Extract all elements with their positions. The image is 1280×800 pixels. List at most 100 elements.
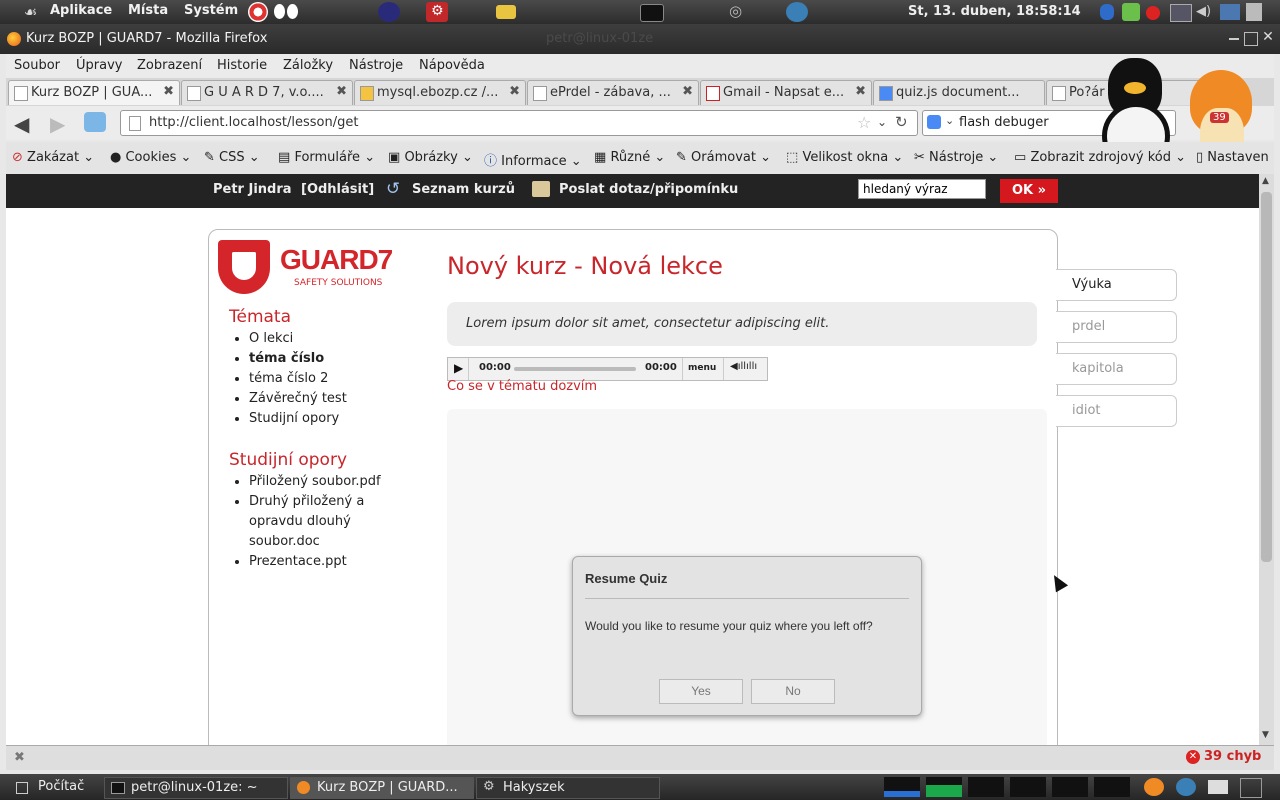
play-button[interactable]: ▶ bbox=[454, 361, 463, 375]
css-menu[interactable]: ✎ CSS ⌄ bbox=[204, 150, 260, 165]
material-link[interactable]: Prezentace.ppt bbox=[249, 552, 409, 572]
side-tab-idiot[interactable]: idiot bbox=[1056, 395, 1177, 427]
site-search-button[interactable]: OK » bbox=[1000, 179, 1058, 203]
forms-menu[interactable]: ▤ Formuláře ⌄ bbox=[278, 150, 375, 165]
cookies-menu[interactable]: ● Cookies ⌄ bbox=[110, 150, 191, 165]
menu-tools[interactable]: Nástroje bbox=[349, 58, 403, 73]
no-entry-icon[interactable] bbox=[1146, 6, 1160, 20]
tab-guard7[interactable]: G U A R D 7, v.o.... ✖ bbox=[181, 80, 353, 105]
network-monitor-icon[interactable] bbox=[1220, 4, 1240, 20]
gnome-foot-icon[interactable]: ☙ bbox=[24, 3, 37, 21]
outline-menu[interactable]: ✎ Orámovat ⌄ bbox=[676, 150, 771, 165]
camera-icon[interactable]: ◎ bbox=[726, 2, 748, 22]
side-tab-kapitola[interactable]: kapitola bbox=[1056, 353, 1177, 385]
volume-icon[interactable]: ◀) bbox=[1196, 4, 1211, 19]
display-icon[interactable] bbox=[1170, 4, 1192, 22]
close-tab-icon[interactable]: ✖ bbox=[682, 84, 693, 99]
launcher-firefox-icon[interactable] bbox=[1144, 778, 1164, 796]
url-text[interactable]: http://client.localhost/lesson/get bbox=[149, 115, 358, 130]
greasemonkey-icon[interactable] bbox=[84, 112, 106, 132]
eclipse-icon[interactable] bbox=[378, 2, 400, 22]
launcher-window-icon[interactable] bbox=[1240, 778, 1262, 798]
dialog-no-button[interactable]: No bbox=[751, 679, 835, 704]
tab-gmail[interactable]: Gmail - Napsat e... ✖ bbox=[700, 80, 872, 105]
bookmark-star-icon[interactable]: ☆ bbox=[857, 113, 871, 132]
menu-places[interactable]: Místa bbox=[128, 3, 168, 18]
taskbar-show-desktop[interactable]: Počítač bbox=[6, 777, 96, 797]
courses-link[interactable]: Seznam kurzů bbox=[412, 182, 515, 197]
scroll-thumb[interactable] bbox=[1261, 192, 1272, 562]
taskbar-hakyszek[interactable]: ⚙ Hakyszek bbox=[476, 777, 660, 799]
close-tab-icon[interactable]: ✖ bbox=[509, 84, 520, 99]
tab-quizjs[interactable]: quiz.js document... bbox=[873, 80, 1045, 105]
close-tab-icon[interactable]: ✖ bbox=[336, 84, 347, 99]
back-button[interactable]: ◀ bbox=[14, 112, 29, 136]
menu-history[interactable]: Historie bbox=[217, 58, 267, 73]
material-link[interactable]: Druhý přiložený a opravdu dlouhý soubor.… bbox=[249, 492, 409, 552]
terminal-icon[interactable] bbox=[640, 4, 664, 22]
search-text[interactable]: flash debuger bbox=[959, 115, 1049, 130]
forward-button[interactable]: ▶ bbox=[50, 112, 65, 136]
reload-icon[interactable]: ↻ bbox=[895, 113, 908, 131]
help-lifebuoy-icon[interactable] bbox=[248, 2, 268, 22]
google-icon[interactable] bbox=[927, 115, 941, 129]
options-menu[interactable]: ▯ Nastaven bbox=[1196, 150, 1269, 165]
taskbar-terminal[interactable]: petr@linux-01ze: ~ bbox=[104, 777, 288, 799]
guard7-logo[interactable]: GUARD7 SAFETY SOLUTIONS bbox=[218, 240, 413, 294]
scroll-down-icon[interactable]: ▼ bbox=[1262, 730, 1269, 740]
topic-item-current[interactable]: téma číslo bbox=[249, 349, 347, 369]
menu-system[interactable]: Systém bbox=[184, 3, 238, 18]
launcher-mail-icon[interactable] bbox=[1208, 780, 1228, 794]
tab-eprdel[interactable]: ePrdel - zábava, ... ✖ bbox=[527, 80, 699, 105]
topic-item[interactable]: O lekci bbox=[249, 329, 347, 349]
menu-view[interactable]: Zobrazení bbox=[137, 58, 202, 73]
close-tab-icon[interactable]: ✖ bbox=[855, 84, 866, 99]
lesson-topic-link[interactable]: Co se v tématu dozvím bbox=[447, 379, 597, 394]
url-bar[interactable]: http://client.localhost/lesson/get ☆ ⌄ ↻ bbox=[120, 110, 918, 136]
view-source-menu[interactable]: ▭ Zobrazit zdrojový kód ⌄ bbox=[1014, 150, 1186, 165]
side-tab-prdel[interactable]: prdel bbox=[1056, 311, 1177, 343]
bluetooth-icon[interactable] bbox=[1100, 4, 1114, 20]
disable-menu[interactable]: ⊘ Zakázat ⌄ bbox=[12, 150, 94, 165]
logout-link[interactable]: [Odhlásit] bbox=[301, 182, 374, 197]
folder-icon[interactable] bbox=[496, 5, 516, 19]
url-dropdown-icon[interactable]: ⌄ bbox=[877, 115, 887, 129]
update-ok-icon[interactable] bbox=[1122, 3, 1140, 21]
network-globe-icon[interactable] bbox=[786, 2, 808, 22]
information-menu[interactable]: ⓘ Informace ⌄ bbox=[484, 150, 582, 169]
tools-menu[interactable]: ✂ Nástroje ⌄ bbox=[914, 150, 998, 165]
clipboard-icon[interactable] bbox=[1246, 3, 1262, 21]
scroll-up-icon[interactable]: ▲ bbox=[1262, 176, 1269, 186]
menu-edit[interactable]: Úpravy bbox=[76, 58, 122, 73]
minimize-button[interactable] bbox=[1228, 32, 1240, 44]
error-count[interactable]: 39 chyb bbox=[1204, 749, 1261, 764]
topic-item[interactable]: Studijní opory bbox=[249, 409, 347, 429]
close-window-button[interactable]: ✕ bbox=[1262, 30, 1274, 44]
window-titlebar[interactable]: Kurz BOZP | GUARD7 - Mozilla Firefox pet… bbox=[0, 24, 1280, 54]
tab-mysql[interactable]: mysql.ebozp.cz /... ✖ bbox=[354, 80, 526, 105]
menu-applications[interactable]: Aplikace bbox=[50, 3, 112, 18]
menu-bookmarks[interactable]: Záložky bbox=[283, 58, 333, 73]
close-tab-icon[interactable]: ✖ bbox=[163, 84, 174, 99]
misc-menu[interactable]: ▦ Různé ⌄ bbox=[594, 150, 665, 165]
clock[interactable]: St, 13. duben, 18:58:14 bbox=[908, 4, 1081, 19]
menu-file[interactable]: Soubor bbox=[14, 58, 60, 73]
images-menu[interactable]: ▣ Obrázky ⌄ bbox=[388, 150, 473, 165]
audio-progress-track[interactable] bbox=[514, 367, 636, 371]
side-tab-vyuka[interactable]: Výuka bbox=[1056, 269, 1177, 301]
material-link[interactable]: Přiložený soubor.pdf bbox=[249, 472, 409, 492]
taskbar-firefox[interactable]: Kurz BOZP | GUARD... bbox=[290, 777, 474, 799]
ask-link[interactable]: Poslat dotaz/připomínku bbox=[559, 182, 738, 197]
topic-item[interactable]: Závěrečný test bbox=[249, 389, 347, 409]
audio-menu-button[interactable]: menu bbox=[688, 363, 716, 373]
maximize-button[interactable] bbox=[1244, 32, 1258, 46]
vertical-scrollbar[interactable]: ▲ ▼ bbox=[1259, 174, 1274, 745]
menu-help[interactable]: Nápověda bbox=[419, 58, 485, 73]
settings-gear-icon[interactable]: ⚙ bbox=[426, 2, 448, 22]
topic-item[interactable]: téma číslo 2 bbox=[249, 369, 347, 389]
volume-icon[interactable]: ◀ıllıllı bbox=[730, 361, 757, 372]
launcher-globe-icon[interactable] bbox=[1176, 778, 1196, 796]
tab-kurz-bozp[interactable]: Kurz BOZP | GUA... ✖ bbox=[8, 80, 180, 105]
search-engine-dropdown-icon[interactable]: ⌄ bbox=[945, 114, 954, 127]
close-statusbar-icon[interactable]: ✖ bbox=[14, 750, 25, 765]
